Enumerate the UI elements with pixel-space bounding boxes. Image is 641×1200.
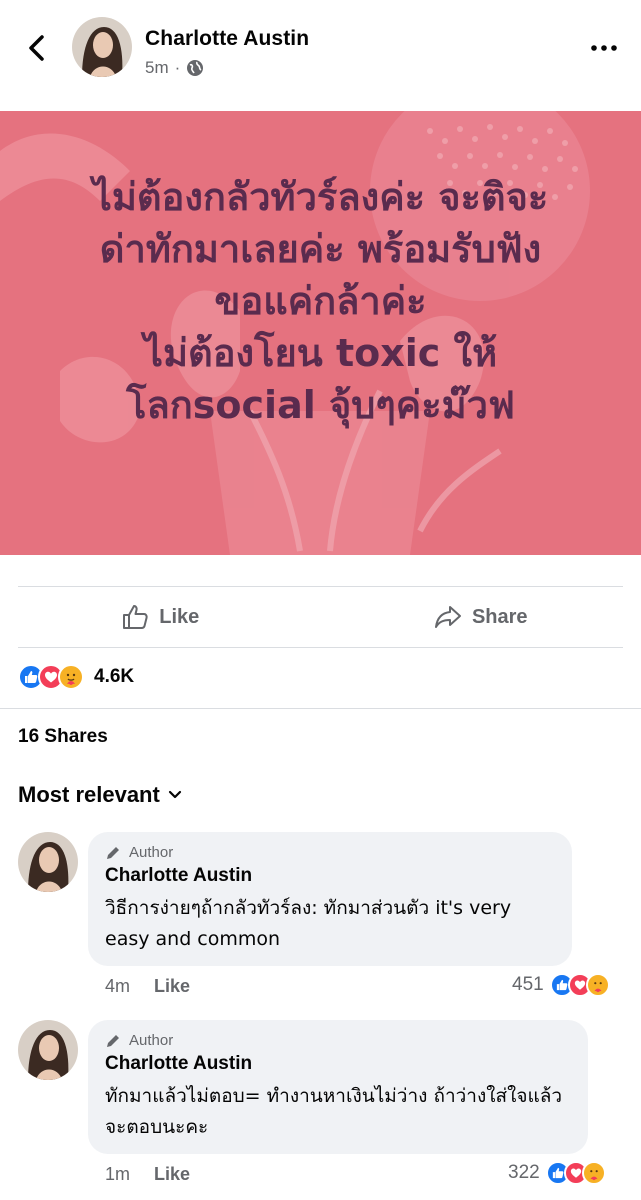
shares-count[interactable]: 16 Shares — [18, 726, 108, 748]
comment-like-button[interactable]: Like — [154, 1164, 190, 1185]
back-button[interactable] — [22, 30, 50, 66]
commenter-avatar[interactable] — [18, 832, 78, 892]
post-text-line: ไม่ต้องโยน toxic ให้ — [143, 331, 498, 375]
sort-label: Most relevant — [18, 782, 160, 807]
comment-time[interactable]: 4m — [105, 976, 130, 997]
divider — [18, 647, 623, 648]
action-bar: Like Share — [0, 587, 641, 647]
post-image[interactable]: ไม่ต้องกลัวทัวร์ลงค่ะ จะติจะ ด่าทักมาเลย… — [0, 111, 641, 555]
globe-icon — [187, 60, 204, 76]
comment-reactions[interactable]: 451 — [512, 973, 610, 997]
care-reaction-icon — [58, 664, 84, 690]
post-time[interactable]: 5m — [145, 58, 169, 78]
reaction-count: 4.6K — [94, 666, 135, 687]
post-text-line: ขอแค่กล้าค่ะ — [214, 279, 427, 323]
more-dots-icon — [591, 45, 617, 51]
commenter-name[interactable]: Charlotte Austin — [105, 1053, 570, 1075]
like-button[interactable]: Like — [0, 587, 321, 647]
badge-label: Author — [129, 844, 174, 861]
chevron-left-icon — [29, 35, 44, 61]
badge-label: Author — [129, 1032, 174, 1049]
more-options-button[interactable] — [589, 36, 619, 60]
post-text: ไม่ต้องกลัวทัวร์ลงค่ะ จะติจะ ด่าทักมาเลย… — [0, 171, 641, 431]
comment-reaction-count: 322 — [508, 1162, 540, 1183]
meta-separator: · — [174, 58, 181, 77]
commenter-name[interactable]: Charlotte Austin — [105, 865, 554, 887]
chevron-down-icon — [168, 790, 181, 799]
thumbs-up-icon — [123, 605, 148, 629]
post-text-line: ด่าทักมาเลยค่ะ พร้อมรับฟัง — [99, 227, 542, 271]
commenter-avatar[interactable] — [18, 1020, 78, 1080]
share-label: Share — [471, 605, 528, 628]
reaction-icons — [18, 664, 84, 690]
share-arrow-icon — [434, 606, 461, 628]
comment-sort-dropdown[interactable]: Most relevant — [18, 782, 182, 808]
comment-reactions[interactable]: 322 — [508, 1161, 606, 1185]
pencil-mic-icon — [107, 1033, 120, 1047]
reaction-icons — [545, 1161, 606, 1185]
author-name[interactable]: Charlotte Austin — [145, 27, 309, 51]
author-badge: Author — [105, 1032, 570, 1049]
comment-text: ทักมาแล้วไม่ตอบ= ทำงานหาเงินไม่ว่าง ถ้าว… — [105, 1085, 563, 1138]
like-label: Like — [159, 605, 200, 628]
comment-reaction-count: 451 — [512, 974, 544, 995]
post-text-line: โลกsocial จุ้บๆค่ะม๊วฟ — [126, 383, 515, 427]
care-reaction-icon — [585, 973, 610, 997]
comment-meta: 4m Like — [105, 976, 190, 997]
reactions-summary[interactable]: 4.6K — [18, 660, 134, 694]
comment-bubble: Author Charlotte Austin ทักมาแล้วไม่ตอบ=… — [88, 1020, 588, 1154]
post-meta: 5m · — [145, 58, 204, 78]
comment-time[interactable]: 1m — [105, 1164, 130, 1185]
pencil-mic-icon — [107, 845, 120, 859]
comment-bubble: Author Charlotte Austin วิธีการง่ายๆถ้าก… — [88, 832, 572, 966]
post-header: Charlotte Austin 5m · — [0, 0, 641, 110]
post-text-line: ไม่ต้องกลัวทัวร์ลงค่ะ จะติจะ — [92, 175, 549, 219]
author-badge: Author — [105, 844, 554, 861]
comment-like-button[interactable]: Like — [154, 976, 190, 997]
author-avatar[interactable] — [72, 17, 132, 77]
divider — [0, 708, 641, 709]
comment-text: วิธีการง่ายๆถ้ากลัวทัวร์ลง: ทักมาส่วนตัว… — [105, 897, 512, 950]
share-button[interactable]: Share — [321, 587, 641, 647]
care-reaction-icon — [581, 1161, 606, 1185]
reaction-icons — [549, 973, 610, 997]
comment-meta: 1m Like — [105, 1164, 190, 1185]
